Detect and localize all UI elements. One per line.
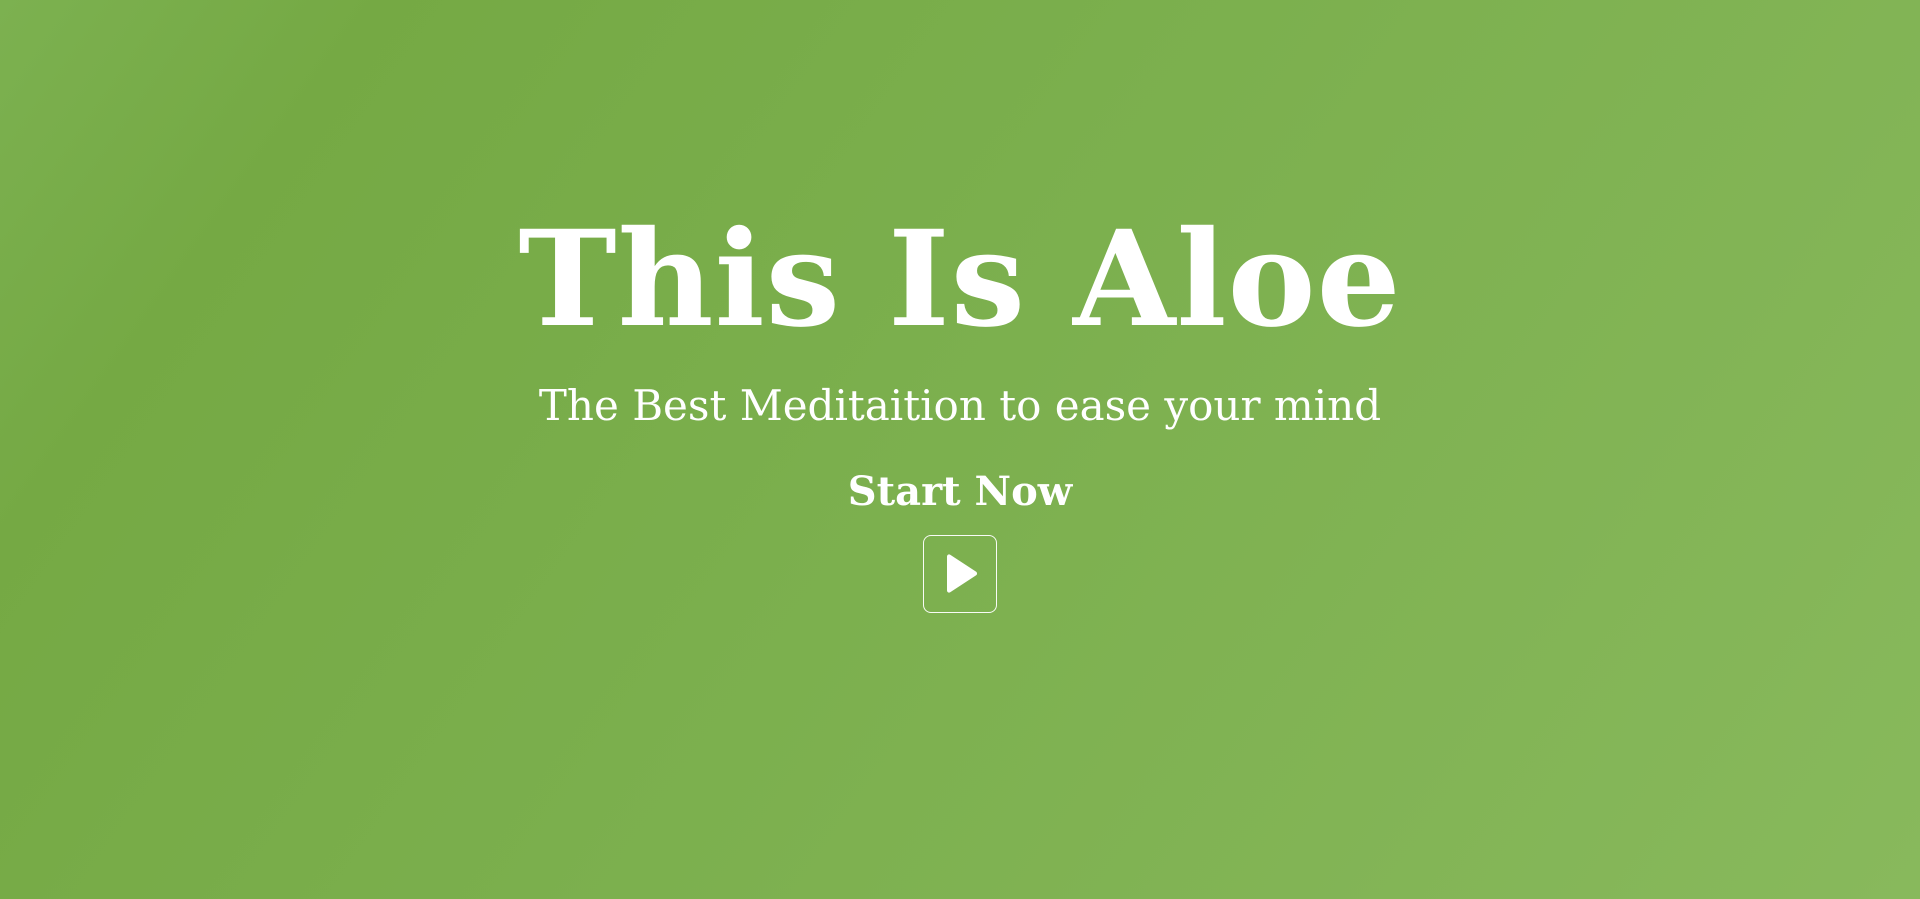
- hero-subtitle: The Best Meditaition to ease your mind: [538, 381, 1382, 430]
- start-now-link[interactable]: Start Now: [0, 466, 1920, 518]
- play-button[interactable]: [923, 535, 997, 613]
- hero-title: This Is Aloe: [518, 202, 1402, 357]
- play-icon: [947, 554, 978, 593]
- hero-section: This Is Aloe The Best Meditaition to eas…: [0, 0, 1920, 899]
